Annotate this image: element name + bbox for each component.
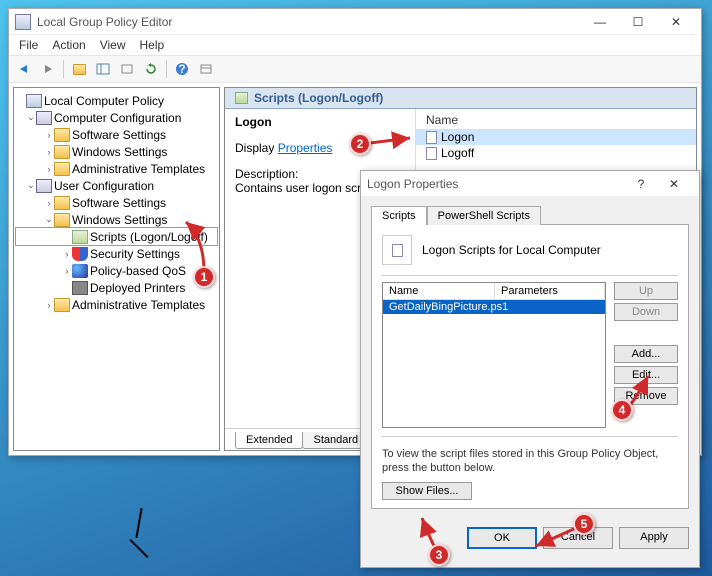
dialog-title: Logon Properties (367, 177, 627, 191)
back-button[interactable] (13, 58, 35, 80)
annotation-marker-3: 3 (428, 544, 450, 566)
refresh-button[interactable] (140, 58, 162, 80)
menu-action[interactable]: Action (52, 38, 85, 52)
detail-selected-title: Logon (235, 115, 405, 129)
tree-user-config[interactable]: ⌄User Configuration (16, 177, 217, 194)
tab-extended[interactable]: Extended (235, 432, 303, 449)
close-button[interactable]: ✕ (657, 10, 695, 34)
list-col-params[interactable]: Parameters (495, 283, 605, 299)
forward-button[interactable] (37, 58, 59, 80)
list-item-logon[interactable]: Logon (416, 129, 696, 145)
properties-link[interactable]: Properties (278, 141, 333, 155)
show-tree-button[interactable] (92, 58, 114, 80)
show-files-text: To view the script files stored in this … (382, 447, 678, 476)
svg-text:?: ? (178, 62, 185, 76)
script-icon (382, 235, 412, 265)
logon-properties-dialog: Logon Properties ? ✕ Scripts PowerShell … (360, 170, 700, 568)
window-title: Local Group Policy Editor (37, 15, 581, 29)
export-button[interactable] (116, 58, 138, 80)
list-item-logoff[interactable]: Logoff (416, 145, 696, 161)
ok-button[interactable]: OK (467, 527, 537, 549)
help-button[interactable]: ? (171, 58, 193, 80)
show-files-button[interactable]: Show Files... (382, 482, 472, 500)
menubar: File Action View Help (9, 35, 701, 55)
script-listbox[interactable]: Name Parameters GetDailyBingPicture.ps1 (382, 282, 606, 428)
tree-cc-admin[interactable]: ›Administrative Templates (16, 160, 217, 177)
maximize-button[interactable]: ☐ (619, 10, 657, 34)
menu-help[interactable]: Help (140, 38, 165, 52)
menu-file[interactable]: File (19, 38, 38, 52)
titlebar[interactable]: Local Group Policy Editor — ☐ ✕ (9, 9, 701, 35)
annotation-marker-4: 4 (611, 399, 633, 421)
toolbar: ? (9, 55, 701, 83)
annotation-marker-5: 5 (573, 513, 595, 535)
dialog-help-button[interactable]: ? (627, 172, 655, 196)
tree-printers[interactable]: Deployed Printers (16, 279, 217, 296)
list-col-name[interactable]: Name (383, 283, 495, 299)
tab-scripts[interactable]: Scripts (371, 206, 427, 225)
annotation-marker-1: 1 (193, 266, 215, 288)
minimize-button[interactable]: — (581, 10, 619, 34)
detail-header: Scripts (Logon/Logoff) (225, 88, 696, 109)
app-icon (15, 14, 31, 30)
annotation-arrow-2 (368, 131, 418, 154)
menu-view[interactable]: View (100, 38, 126, 52)
dialog-subtitle: Logon Scripts for Local Computer (422, 243, 601, 257)
down-button[interactable]: Down (614, 303, 678, 321)
col-name[interactable]: Name (426, 113, 686, 127)
tree-uc-software[interactable]: ›Software Settings (16, 194, 217, 211)
tree-computer-config[interactable]: ⌄Computer Configuration (16, 109, 217, 126)
tab-powershell[interactable]: PowerShell Scripts (427, 206, 541, 225)
script-row[interactable]: GetDailyBingPicture.ps1 (383, 300, 605, 314)
tree-cc-software[interactable]: ›Software Settings (16, 126, 217, 143)
filter-button[interactable] (195, 58, 217, 80)
dialog-close-button[interactable]: ✕ (655, 172, 693, 196)
tree-root[interactable]: Local Computer Policy (16, 92, 217, 109)
tree-cc-windows[interactable]: ›Windows Settings (16, 143, 217, 160)
tree-uc-admin[interactable]: ›Administrative Templates (16, 296, 217, 313)
apply-button[interactable]: Apply (619, 527, 689, 549)
up-button[interactable] (68, 58, 90, 80)
add-button[interactable]: Add... (614, 345, 678, 363)
annotation-marker-2: 2 (349, 133, 371, 155)
up-button[interactable]: Up (614, 282, 678, 300)
